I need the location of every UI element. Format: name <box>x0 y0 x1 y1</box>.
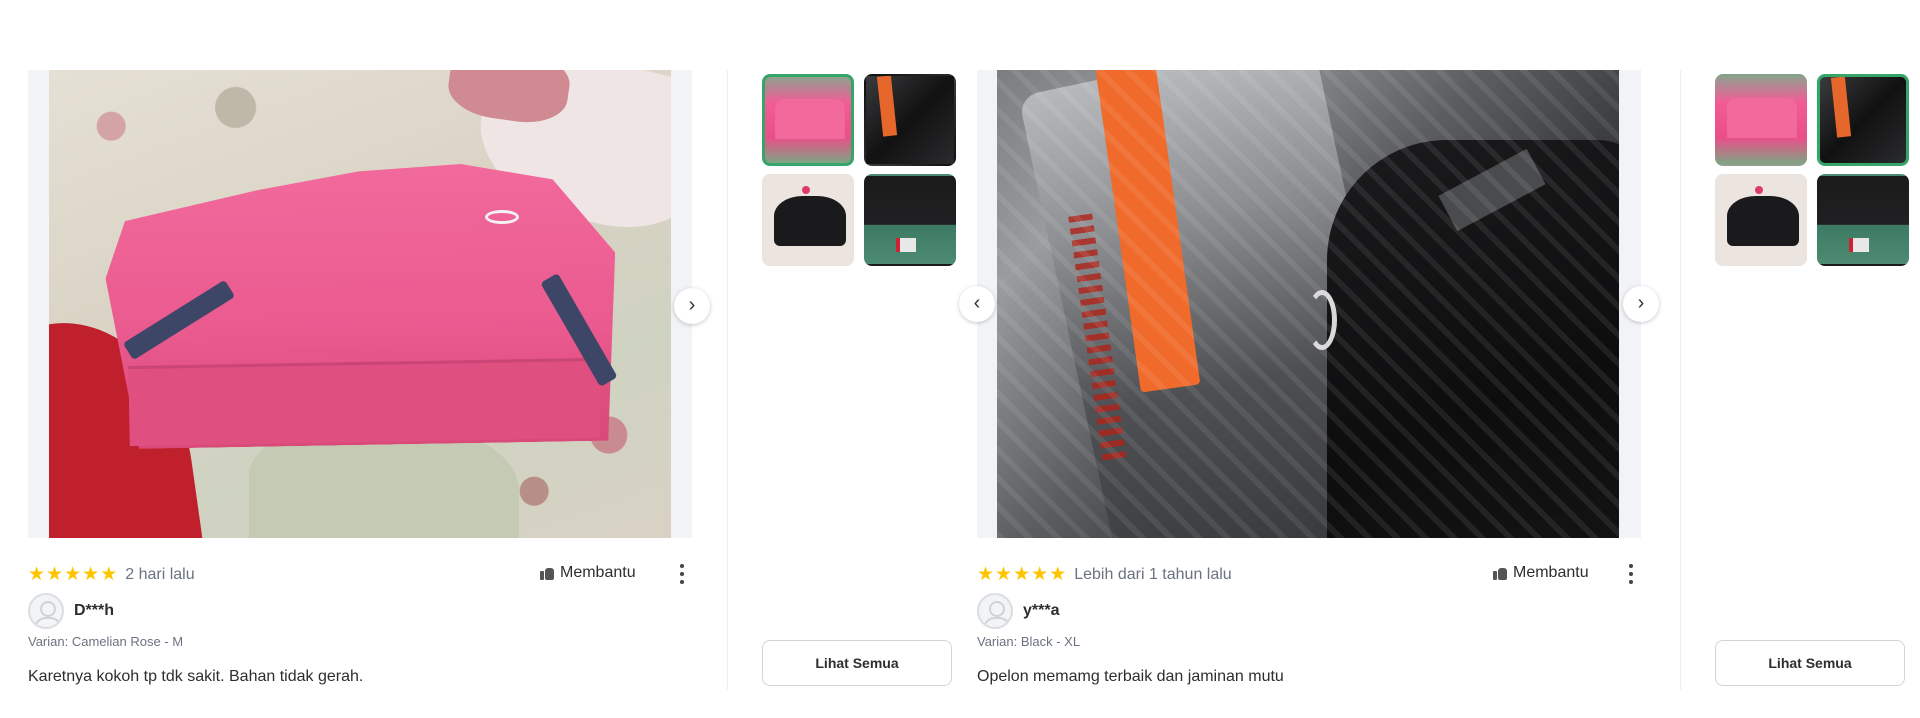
star-icon: ★ <box>64 564 82 585</box>
thumbnail-black-bag[interactable] <box>864 74 956 166</box>
thumbnail-pink-bra[interactable] <box>762 74 854 166</box>
star-icon: ★ <box>82 564 100 585</box>
helpful-button[interactable]: Membantu <box>540 564 636 582</box>
thumbs-up-icon <box>540 566 554 580</box>
thumbnail-pink-bra[interactable] <box>1715 74 1807 166</box>
review-meta: ★ ★ ★ ★ ★ Lebih dari 1 tahun lalu Memban… <box>977 560 1641 590</box>
star-rating: ★ ★ ★ ★ ★ <box>28 565 117 585</box>
star-icon: ★ <box>977 564 995 585</box>
thumbnail-dark-item[interactable] <box>864 174 956 266</box>
star-icon: ★ <box>1049 564 1067 585</box>
review-variant: Varian: Camelian Rose - M <box>28 634 184 649</box>
review-date: Lebih dari 1 tahun lalu <box>1074 566 1232 583</box>
photo-thumbnails: Lihat Semua <box>1715 70 1909 690</box>
see-all-button[interactable]: Lihat Semua <box>762 640 952 686</box>
review-date: 2 hari lalu <box>125 566 195 583</box>
thumbs-up-icon <box>1493 566 1507 580</box>
star-icon: ★ <box>1031 564 1049 585</box>
review-text: Opelon memamg terbaik dan jaminan mutu <box>977 668 1284 685</box>
photo-thumbnails: Lihat Semua <box>762 70 956 690</box>
review-photo-frame <box>977 70 1641 538</box>
thumbnail-black-sports-bra[interactable] <box>1715 174 1807 266</box>
avatar <box>977 593 1013 629</box>
previous-photo-button[interactable]: ‹ <box>959 286 995 322</box>
thumbnail-black-bag[interactable] <box>1817 74 1909 166</box>
review-text: Karetnya kokoh tp tdk sakit. Bahan tidak… <box>28 668 364 685</box>
helpful-label: Membantu <box>560 564 636 581</box>
divider <box>727 70 728 690</box>
helpful-button[interactable]: Membantu <box>1493 564 1589 582</box>
star-icon: ★ <box>995 564 1013 585</box>
review-variant: Varian: Black - XL <box>977 634 1081 649</box>
star-icon: ★ <box>1013 564 1031 585</box>
review-photo-frame <box>28 70 692 538</box>
reviewer-name: D***h <box>74 602 115 619</box>
reviewer: D***h <box>28 593 114 629</box>
next-photo-button[interactable]: › <box>674 288 710 324</box>
more-options-icon[interactable] <box>1625 562 1637 586</box>
chevron-left-icon: ‹ <box>973 292 981 314</box>
avatar <box>28 593 64 629</box>
review-photo[interactable] <box>49 70 671 538</box>
reviewer-name: y***a <box>1023 602 1060 619</box>
reviewer: y***a <box>977 593 1059 629</box>
next-photo-button[interactable]: › <box>1623 286 1659 322</box>
star-icon: ★ <box>100 564 118 585</box>
chevron-right-icon: › <box>1637 292 1645 314</box>
chevron-right-icon: › <box>688 294 696 316</box>
helpful-label: Membantu <box>1513 564 1589 581</box>
thumbnail-dark-item[interactable] <box>1817 174 1909 266</box>
review-card: › ★ ★ ★ ★ ★ 2 hari lalu Membantu D***h V… <box>28 70 728 690</box>
more-options-icon[interactable] <box>676 562 688 586</box>
see-all-button[interactable]: Lihat Semua <box>1715 640 1905 686</box>
star-icon: ★ <box>46 564 64 585</box>
review-photo[interactable] <box>997 70 1619 538</box>
thumbnail-black-sports-bra[interactable] <box>762 174 854 266</box>
divider <box>1680 70 1681 690</box>
star-icon: ★ <box>28 564 46 585</box>
star-rating: ★ ★ ★ ★ ★ <box>977 565 1066 585</box>
review-meta: ★ ★ ★ ★ ★ 2 hari lalu Membantu <box>28 560 692 590</box>
review-card: ‹ › ★ ★ ★ ★ ★ Lebih dari 1 tahun lalu Me… <box>959 70 1677 690</box>
